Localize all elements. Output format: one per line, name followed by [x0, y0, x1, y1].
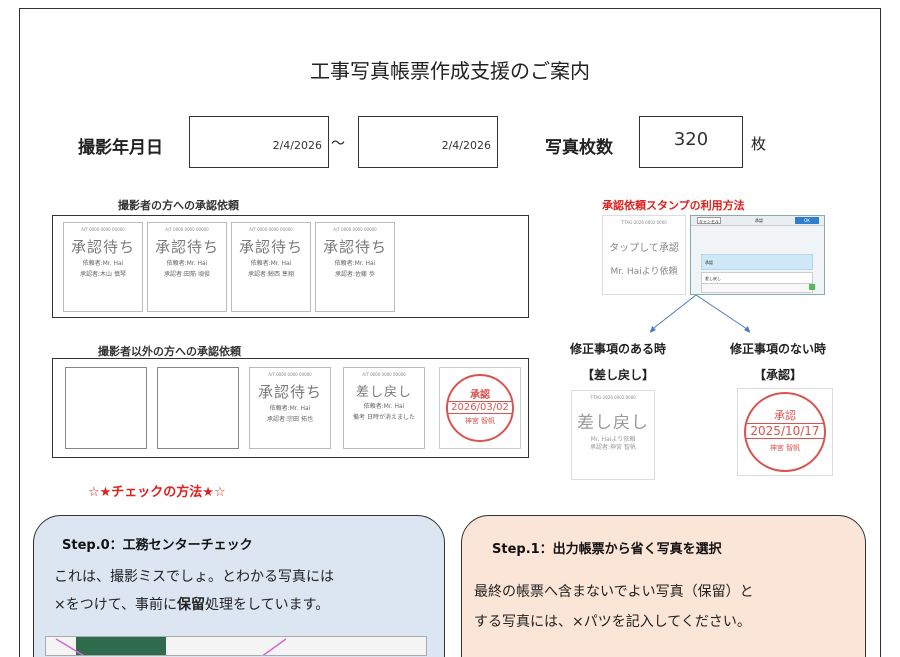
dialog-toolbar: キャンセル 承認 OK	[691, 216, 824, 226]
stamp-requester: 依頼者:Mr. Hai	[269, 405, 311, 412]
stamp-status: 差し戻し	[577, 413, 649, 433]
stamp-approver: 承認者:神宮 智帆	[590, 444, 636, 451]
count-label: 写真枚数	[545, 138, 613, 158]
approval-stamp[interactable]: A/T 0000 0000 00000 承認待ち 依頼者:Mr. Hai 承認者…	[147, 222, 227, 312]
stamp-approver: 承認者:木山 慎琴	[80, 271, 126, 278]
step0-text-line1: これは、撮影ミスでしょ。とわかる写真には	[54, 569, 334, 585]
approved-seal: 承認 2026/03/02 神宮 智帆	[446, 374, 514, 442]
stamp-header: A/T 0000 0000 00000	[268, 372, 312, 377]
approved-seal-slot[interactable]: 承認 2026/03/02 神宮 智帆	[439, 367, 521, 449]
stamp-requester: 依頼者:Mr. Hai	[334, 260, 376, 267]
approval-stamp[interactable]: A/T 0000 0000 00000 承認待ち 依頼者:Mr. Hai 承認者…	[315, 222, 395, 312]
stamp-header: A/T 0000 0000 00000	[333, 227, 377, 232]
approval-stamp[interactable]: A/T 0000 0000 00000 承認待ち 依頼者:Mr. Hai 承認者…	[249, 367, 331, 449]
page-title: 工事写真帳票作成支援のご案内	[310, 59, 590, 83]
stamp-header: T-TAG-2026 0002 0000	[621, 220, 667, 225]
usage-label: 承認依頼スタンプの利用方法	[602, 199, 745, 212]
stamp-requester: 依頼者:Mr. Hai	[250, 260, 292, 267]
with-fix-sub: 【差し戻し】	[581, 368, 654, 382]
tap-hint: タップして承認	[609, 243, 679, 254]
photographer-stamp-strip: A/T 0000 0000 00000 承認待ち 依頼者:Mr. Hai 承認者…	[52, 215, 529, 318]
stamp-status: 承認待ち	[257, 383, 322, 401]
dropdown-icon	[809, 284, 815, 290]
date-range-tilde: ～	[331, 136, 345, 152]
no-fix-sub: 【承認】	[753, 368, 802, 382]
seal-name: 神宮 智帆	[769, 444, 801, 452]
approved-seal-example-frame: 承認 2025/10/17 神宮 智帆	[737, 388, 833, 476]
date-from-value: 2/4/2026	[272, 139, 322, 152]
cancel-button: キャンセル	[697, 217, 721, 224]
step1-text-line2: する写真には、×パツを記入してください。	[474, 614, 751, 630]
stamp-status: 承認待ち	[70, 238, 135, 256]
stamp-header: A/T 0000 0000 00000	[81, 227, 125, 232]
count-value: 320	[673, 129, 709, 150]
approval-stamp[interactable]: A/T 0000 0000 00000 承認待ち 依頼者:Mr. Hai 承認者…	[63, 222, 143, 312]
seal-name: 神宮 智帆	[464, 417, 496, 425]
seal-top: 承認	[774, 409, 796, 422]
stamp-status: 承認待ち	[154, 238, 219, 256]
step1-title: Step.1：出力帳票から省く写真を選択	[492, 542, 722, 557]
seal-date: 2026/03/02	[448, 401, 512, 414]
check-method-title: ☆★チェックの方法★☆	[88, 485, 226, 500]
stamp-header: A/T 0000 0000 00000	[249, 227, 293, 232]
stamp-header: A/T 0000 0000 00000	[362, 372, 406, 377]
date-label: 撮影年月日	[78, 138, 163, 158]
stamp-status: 承認待ち	[322, 238, 387, 256]
stamp-requester: 依頼者:Mr. Hai	[363, 403, 405, 410]
stamp-status: 承認待ち	[238, 238, 303, 256]
dialog-option-approve: 承認	[701, 254, 813, 270]
dialog-title: 承認	[755, 218, 763, 223]
step1-panel: Step.1：出力帳票から省く写真を選択 最終の帳票へ含まないでよい写真（保留）…	[461, 515, 866, 657]
stamp-requester: 依頼者:Mr. Hai	[82, 260, 124, 267]
others-section-label: 撮影者以外の方への承認依頼	[98, 345, 241, 358]
stamp-status: 差し戻し	[355, 385, 412, 400]
stamp-approver: 承認者:鯨西 隼翔	[248, 271, 294, 278]
approval-stamp[interactable]: A/T 0000 0000 00000 承認待ち 依頼者:Mr. Hai 承認者…	[231, 222, 311, 312]
seal-top: 承認	[470, 390, 490, 401]
step0-text-part: 処理をしています。	[205, 597, 330, 613]
cross-mark-icon	[55, 638, 287, 655]
empty-stamp-slot[interactable]	[65, 367, 147, 449]
stamp-approver: 承認者:宗田 拓也	[267, 416, 313, 423]
tap-stamp-example: T-TAG-2026 0002 0000 タップして承認 Mr. Haiより依頼	[602, 215, 686, 295]
date-to-field[interactable]: 2/4/2026	[358, 116, 498, 168]
dialog-select	[701, 283, 813, 293]
no-fix-title: 修正事項のない時	[729, 342, 826, 356]
photographer-section-label: 撮影者の方への承認依頼	[118, 199, 239, 212]
stamp-approver: 承認者:佐藤 歩	[335, 271, 375, 278]
stamp-note: 備考 日時が消えました	[353, 414, 415, 421]
approval-dialog-screenshot: キャンセル 承認 OK 承認 差し戻し	[690, 215, 825, 295]
branch-arrows	[649, 295, 751, 333]
count-unit: 枚	[751, 135, 767, 153]
stamp-requester: Mr. Haiより依頼	[590, 436, 636, 443]
step1-text-line1: 最終の帳票へ含まないでよい写真（保留）と	[474, 584, 754, 600]
ok-button: OK	[795, 217, 819, 224]
date-from-field[interactable]: 2/4/2026	[189, 116, 329, 168]
approved-seal: 承認 2025/10/17 神宮 智帆	[744, 392, 826, 472]
stamp-header: A/T 0000 0000 00000	[165, 227, 209, 232]
with-fix-title: 修正事項のある時	[569, 342, 666, 356]
stamp-requester: 依頼者:Mr. Hai	[166, 260, 208, 267]
sendback-stamp-example: T-TAG-2026 0002 0000 差し戻し Mr. Haiより依頼 承認…	[571, 390, 655, 480]
count-field[interactable]: 320	[639, 116, 743, 168]
stamp-header: T-TAG-2026 0002 0000	[590, 395, 636, 400]
date-to-value: 2/4/2026	[441, 139, 491, 152]
empty-stamp-slot[interactable]	[157, 367, 239, 449]
step0-text-emphasis: 保留	[177, 597, 206, 613]
step0-title: Step.0：工務センターチェック	[62, 538, 253, 553]
sample-photo	[45, 636, 427, 656]
sendback-stamp[interactable]: A/T 0000 0000 00000 差し戻し 依頼者:Mr. Hai 備考 …	[343, 367, 425, 449]
step0-text-part: ×をつけて、事前に	[54, 597, 178, 613]
stamp-approver: 承認者:田筋 頃俊	[164, 271, 210, 278]
stamp-requester: Mr. Haiより依頼	[610, 267, 678, 277]
seal-date: 2025/10/17	[746, 423, 824, 439]
others-stamp-strip: A/T 0000 0000 00000 承認待ち 依頼者:Mr. Hai 承認者…	[52, 358, 529, 458]
step0-text-line2: ×をつけて、事前に保留処理をしています。	[54, 591, 329, 619]
